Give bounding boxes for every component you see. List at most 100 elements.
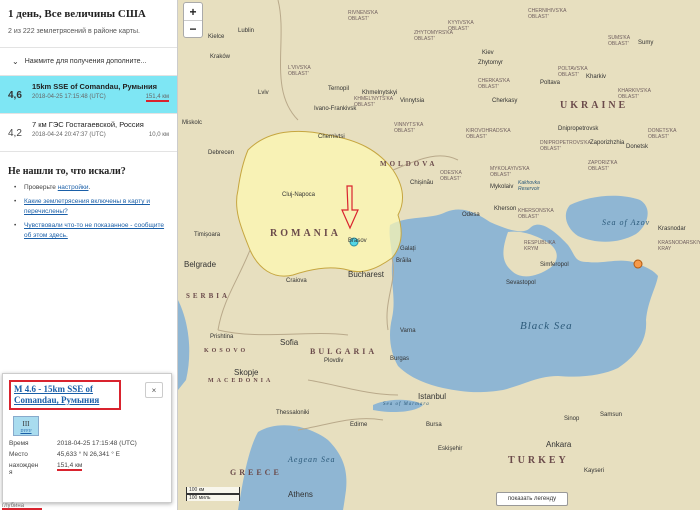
map-city-debrecen: Debrecen — [208, 150, 235, 156]
map-region-kirovohrad-oblast: KIROVOHRADS'KA OBLAST' — [466, 128, 511, 140]
quake-time: 2018-04-25 17:15:48 (UTC) — [32, 94, 106, 100]
map-label-bulgaria: BULGARIA — [310, 347, 378, 356]
map-region-odesa-oblast: ODES'KA OBLAST' — [440, 170, 462, 182]
quake-depth: 151,4 км — [145, 94, 169, 102]
map-city-brasov: Brasov — [348, 238, 367, 244]
map-city-donetsk: Donetsk — [626, 144, 649, 150]
quake-place: 7 км ГЭС Гостагаевской, Россия — [32, 120, 144, 129]
depth-label-suffix: я — [9, 469, 13, 476]
report-felt-link[interactable]: Чувствовали что-то не показанное - сообщ… — [24, 222, 164, 239]
map-region-cherkasy-oblast: CHERKAS'KA OBLAST' — [478, 78, 510, 90]
help-item-suffix: . — [88, 184, 91, 191]
details-title-box: M 4.6 - 15km SSE of Comandau, Румыния — [9, 380, 121, 410]
zoom-out-button[interactable]: − — [184, 20, 202, 37]
scale-mi: 100 миль — [186, 494, 240, 501]
detail-value: 2018-04-25 17:15:48 (UTC) — [57, 440, 137, 447]
map-city-bucharest: Bucharest — [348, 270, 385, 279]
map-region-khmelnytskyi-oblast: KHMEL'NYTS'KA OBLAST' — [354, 96, 394, 108]
help-list: Проверьте настройки. Какие землетрясения… — [8, 183, 169, 241]
map-city-sevastopol: Sevastopol — [506, 280, 536, 286]
list-item[interactable]: 4,2 7 км ГЭС Гостагаевской, Россия 2018-… — [0, 114, 177, 152]
map-city-miskolc: Miskolc — [182, 120, 203, 126]
quake-place: 15km SSE of Comandau, Румыния — [32, 82, 157, 91]
map-region-poltava-oblast: POLTAVS'KA OBLAST' — [558, 66, 588, 78]
map-city-dnipropetrovsk: Dnipropetrovsk — [558, 126, 599, 132]
intensity-badge[interactable]: III DYFI? — [13, 416, 39, 436]
map-city-pristina: Prishtina — [210, 334, 234, 340]
map-view[interactable]: + − ROMANIA UKRAINE MOLDOVA SERBIA BULGA… — [178, 0, 700, 510]
list-item[interactable]: 4,6 15km SSE of Comandau, Румыния 2018-0… — [0, 76, 177, 114]
details-title-link[interactable]: M 4.6 - 15km SSE of Comandau, Румыния — [14, 384, 99, 405]
close-button[interactable]: × — [145, 382, 163, 398]
map-city-kherson: Kherson — [494, 206, 517, 212]
romania-highlight — [236, 130, 404, 277]
map-region-rivne-oblast: RIVNENS'KA OBLAST' — [348, 10, 378, 22]
map-region-krasnodar-kray: KRASNODARSKIY KRAY — [658, 240, 700, 252]
map-region-kharkiv-oblast: KHARKIVS'KA OBLAST' — [618, 88, 651, 100]
map-city-lublin: Lublin — [238, 28, 255, 34]
quake-meta: 2018-04-24 20:47:37 (UTC) 10,0 км — [32, 132, 169, 138]
map-city-mykolaiv: Mykolaiv — [490, 184, 514, 190]
map-city-craiova: Craiova — [286, 278, 307, 284]
quake-magnitude: 4,6 — [8, 90, 22, 101]
map-scale: 100 км 100 миль — [186, 487, 240, 501]
map-city-odesa: Odesa — [462, 212, 480, 218]
map-label-turkey: TURKEY — [508, 455, 569, 466]
map-city-kayseri: Kayseri — [584, 468, 605, 474]
quake-magnitude: 4,2 — [8, 128, 22, 139]
map-city-plovdiv: Plovdiv — [324, 358, 344, 364]
show-legend-button[interactable]: показать легенду — [496, 492, 568, 506]
quake-body: 7 км ГЭС Гостагаевской, Россия 2018-04-2… — [32, 120, 169, 151]
map-label-ukraine: UKRAINE — [560, 100, 629, 111]
list-header: 1 день, Все величины США 2 из 222 землет… — [0, 0, 177, 48]
map-region-kherson-oblast: KHERSONS'KA OBLAST' — [518, 208, 554, 220]
quake-time: 2018-04-24 20:47:37 (UTC) — [32, 132, 106, 138]
map-label-sea-of-azov: Sea of Azov — [602, 218, 651, 227]
secondary-epicenter-marker — [633, 259, 643, 269]
detail-value: 45,633 ° N 26,341 ° E — [57, 451, 121, 458]
zoom-control: + − — [183, 2, 203, 38]
zoom-in-button[interactable]: + — [184, 3, 202, 20]
map-city-sinop: Sinop — [564, 416, 580, 422]
map-city-ivano: Ivano-Frankivsk — [314, 106, 357, 112]
map-region-mykolaiv-oblast: MYKOLAYIVS'KA OBLAST' — [490, 166, 530, 178]
map-city-burgas: Burgas — [390, 356, 410, 362]
help-section: Не нашли то, что искали? Проверьте настр… — [0, 152, 177, 241]
map-city-chernivtsi: Chernivtsi — [318, 134, 345, 140]
quake-meta: 2018-04-25 17:15:48 (UTC) 151,4 км — [32, 94, 169, 102]
map-region-chernihiv-oblast: CHERNIHIVS'KA OBLAST' — [528, 8, 567, 20]
map-canvas — [178, 0, 658, 510]
map-city-kiev: Kiev — [482, 50, 494, 56]
detail-label: Время — [9, 440, 29, 447]
map-city-cherkasy: Cherkasy — [492, 98, 518, 104]
map-city-ternopil: Ternopil — [328, 86, 350, 92]
map-region-lviv-oblast: L'VIVS'KA OBLAST' — [288, 65, 311, 77]
map-city-kielce: Kielce — [208, 34, 225, 40]
map-city-thessaloniki: Thessaloniki — [276, 410, 310, 416]
list-summary: 2 из 222 землетрясений в районе карты. — [8, 28, 140, 35]
map-city-varna: Varna — [400, 328, 416, 334]
map-region-zhytomyr-oblast: ZHYTOMYRS'KA OBLAST' — [414, 30, 453, 42]
list-title[interactable]: 1 день, Все величины США — [8, 8, 169, 20]
map-city-athens: Athens — [288, 490, 313, 499]
map-region-sumy-oblast: SUMS'KA OBLAST' — [608, 35, 631, 47]
map-city-belgrade: Belgrade — [184, 260, 217, 269]
map-city-sumy: Sumy — [638, 40, 654, 46]
map-city-sofia: Sofia — [280, 338, 299, 347]
map-label-serbia: SERBIA — [186, 292, 231, 300]
map-city-krasnodar: Krasnodar — [658, 226, 686, 232]
map-region-zaporizhzhia-oblast: ZAPORIZ'KA OBLAST' — [588, 160, 618, 172]
map-region-donetsk-oblast: DONETS'KA OBLAST' — [648, 128, 677, 140]
settings-link[interactable]: настройки — [58, 184, 89, 191]
map-city-poltava: Poltava — [540, 80, 561, 86]
help-item-prefix: Проверьте — [24, 184, 58, 191]
map-city-braila: Brăila — [396, 258, 412, 264]
included-earthquakes-link[interactable]: Какие землетрясения включены в карту и п… — [24, 198, 150, 215]
map-label-black-sea: Black Sea — [520, 320, 573, 332]
map-city-zhytomyr: Zhytomyr — [478, 60, 504, 66]
trailing-label: глубина — [2, 503, 42, 510]
list-sort-bar[interactable]: ⌄ Нажмите для получения дополните... — [0, 48, 177, 76]
map-label-greece: GREECE — [230, 468, 282, 477]
intensity-label: DYFI? — [20, 427, 32, 433]
app-root: 1 день, Все величины США 2 из 222 землет… — [0, 0, 700, 510]
